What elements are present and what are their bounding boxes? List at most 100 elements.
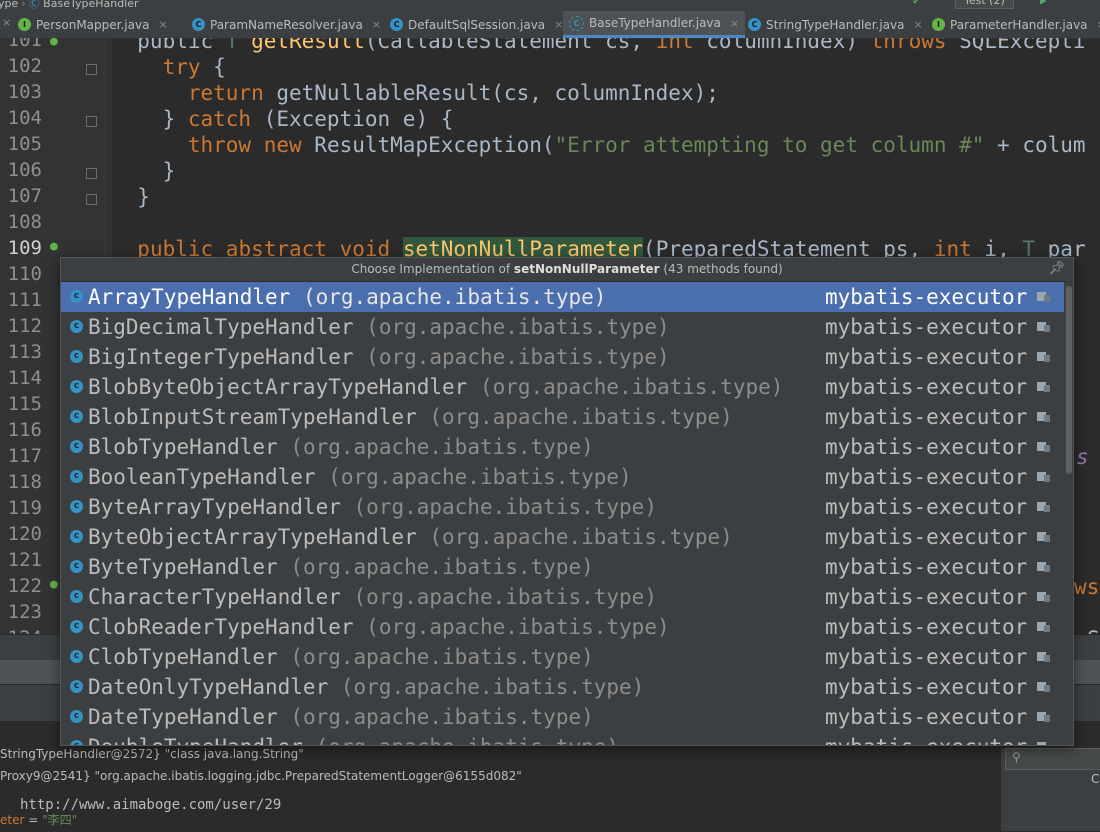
variable-row[interactable]: StringTypeHandler@2572} "class java.lang… [0,747,304,761]
implemented-icon[interactable]: ● [50,239,58,254]
implementation-package: (org.apache.ibatis.type) [290,435,594,459]
implementation-item[interactable]: c DateTypeHandler (org.apache.ibatis.type… [61,702,1064,732]
implementation-item[interactable]: c ByteObjectArrayTypeHandler (org.apache.… [61,522,1064,552]
implementation-list[interactable]: c ArrayTypeHandler (org.apache.ibatis.typ… [61,282,1064,745]
override-icon[interactable]: ● [50,577,58,592]
module-folder-icon [1037,741,1050,745]
code-fragment: S [1087,627,1100,634]
implementation-item[interactable]: c BlobByteObjectArrayTypeHandler (org.apa… [61,372,1064,402]
implementation-item[interactable]: c ByteArrayTypeHandler (org.apache.ibatis… [61,492,1064,522]
override-icon[interactable]: ● [50,38,58,49]
class-icon: c [70,710,83,723]
fold-icon[interactable] [86,64,97,75]
implementation-name: ByteObjectArrayTypeHandler (org.apache.i… [88,525,733,549]
close-icon[interactable]: × [158,18,167,31]
scrollbar-thumb[interactable] [1066,286,1072,474]
implementation-item[interactable]: c ClobReaderTypeHandler (org.apache.ibati… [61,612,1064,642]
implementation-item[interactable]: c ClobTypeHandler (org.apache.ibatis.type… [61,642,1064,672]
implementation-name: DoubleTypeHandler (org.apache.ibatis.typ… [88,733,619,745]
tab-basetypehandler[interactable]: C BaseTypeHandler.java × [563,11,746,38]
implementation-module: mybatis-executor [825,435,1028,459]
line-number: 108 [7,211,42,233]
fold-icon[interactable] [86,116,97,127]
code-line-101: public T getResult(CallableStatement cs,… [112,38,1086,53]
tab-parameterhandler[interactable]: I ParameterHandler.java × [932,11,1100,38]
implementation-package: (org.apache.ibatis.type) [316,735,619,745]
implementation-item[interactable]: c CharacterTypeHandler (org.apache.ibatis… [61,582,1064,612]
line-number: 111 [7,289,42,311]
breadcrumb[interactable]: ype › Ⓒ BaseTypeHandler [0,0,139,11]
line-number: 105 [7,133,42,155]
variable-row[interactable]: Proxy9@2541} "org.apache.ibatis.logging.… [0,769,522,783]
module-folder-icon [1037,411,1050,422]
implementation-item[interactable]: c BigDecimalTypeHandler (org.apache.ibati… [61,312,1064,342]
implementation-item[interactable]: c BlobTypeHandler (org.apache.ibatis.type… [61,432,1064,462]
implementation-module: mybatis-executor [825,405,1028,429]
code-line-104: } catch (Exception e) { [112,107,454,131]
run-icon[interactable]: ▶ [1040,0,1047,7]
navigation-bar: ype › Ⓒ BaseTypeHandler ✔ Test (2) ▶ [0,0,1100,11]
implementation-package: (org.apache.ibatis.type) [302,285,607,309]
implementation-item[interactable]: c BlobInputStreamTypeHandler (org.apache.… [61,402,1064,432]
close-icon[interactable]: × [554,18,563,31]
tab-label: DefaultSqlSession.java [408,17,546,32]
watermark-text: http://www.aimaboge.com/user/29 [20,797,282,813]
module-folder-icon [1037,621,1050,632]
implementation-item[interactable]: c ByteTypeHandler (org.apache.ibatis.type… [61,552,1064,582]
panel-label: Cl [1091,772,1100,786]
module-folder-icon [1037,591,1050,602]
close-icon[interactable]: × [1097,18,1100,31]
implementation-item[interactable]: c BigIntegerTypeHandler (org.apache.ibati… [61,342,1064,372]
module-folder-icon [1037,471,1050,482]
implementation-name: ArrayTypeHandler (org.apache.ibatis.type… [88,285,607,309]
implementation-package: (org.apache.ibatis.type) [479,375,784,399]
close-icon[interactable]: × [730,17,739,30]
scrollbar[interactable] [1065,282,1073,745]
close-icon[interactable]: × [372,18,381,31]
implementation-item[interactable]: c BooleanTypeHandler (org.apache.ibatis.t… [61,462,1064,492]
tab-stringtypehandler[interactable]: C StringTypeHandler.java × [748,11,923,38]
breadcrumb-item[interactable]: ype [0,0,18,10]
class-icon: c [70,320,83,333]
class-icon: c [70,530,83,543]
build-icon[interactable]: ✔ [913,0,920,7]
class-icon: C [390,18,403,31]
line-number: 113 [7,341,42,363]
code-line-107: } [112,185,150,209]
close-icon[interactable]: × [913,18,922,31]
fold-icon[interactable] [86,168,97,179]
module-folder-icon [1037,651,1050,662]
close-icon[interactable]: × [2,16,11,29]
module-folder-icon [1037,291,1050,302]
implementation-module: mybatis-executor [825,315,1028,339]
tab-defaultsqlsession[interactable]: C DefaultSqlSession.java × [390,11,563,38]
line-number: 107 [7,185,42,207]
run-configuration-select[interactable]: Test (2) [955,0,1014,9]
search-input[interactable]: ⚲ [1005,748,1100,770]
tab-label: PersonMapper.java [36,17,150,32]
implementation-package: (org.apache.ibatis.type) [290,555,594,579]
implementation-name: ByteArrayTypeHandler (org.apache.ibatis.… [88,495,657,519]
line-number: 118 [7,471,42,493]
right-panel: ⚲ Cl [1000,748,1100,831]
implementation-item[interactable]: c ArrayTypeHandler (org.apache.ibatis.typ… [61,282,1064,312]
code-line-106: } [112,159,176,183]
implementation-item[interactable]: c DateOnlyTypeHandler (org.apache.ibatis.… [61,672,1064,702]
module-folder-icon [1037,441,1050,452]
choose-implementation-popup[interactable]: Choose Implementation of setNonNullParam… [60,257,1074,746]
tab-personmapper[interactable]: I PersonMapper.java × [18,11,168,38]
breadcrumb-item[interactable]: BaseTypeHandler [43,0,138,10]
tab-paramnameresolver[interactable]: C ParamNameResolver.java × [192,11,381,38]
implementation-item[interactable]: c DoubleTypeHandler (org.apache.ibatis.ty… [61,732,1064,745]
search-icon: ⚲ [1012,750,1021,764]
class-icon: c [70,680,83,693]
line-number: 109 [7,237,42,259]
variable-row[interactable]: eter = "李四" [0,811,77,828]
implementation-module: mybatis-executor [825,675,1028,699]
tab-label: ParameterHandler.java [950,17,1088,32]
implementation-package: (org.apache.ibatis.type) [366,615,670,639]
pin-icon[interactable]: 📌︎ [1048,261,1065,276]
fold-icon[interactable] [86,194,97,205]
implementation-name: BlobInputStreamTypeHandler (org.apache.i… [88,405,733,429]
class-icon: c [70,410,83,423]
